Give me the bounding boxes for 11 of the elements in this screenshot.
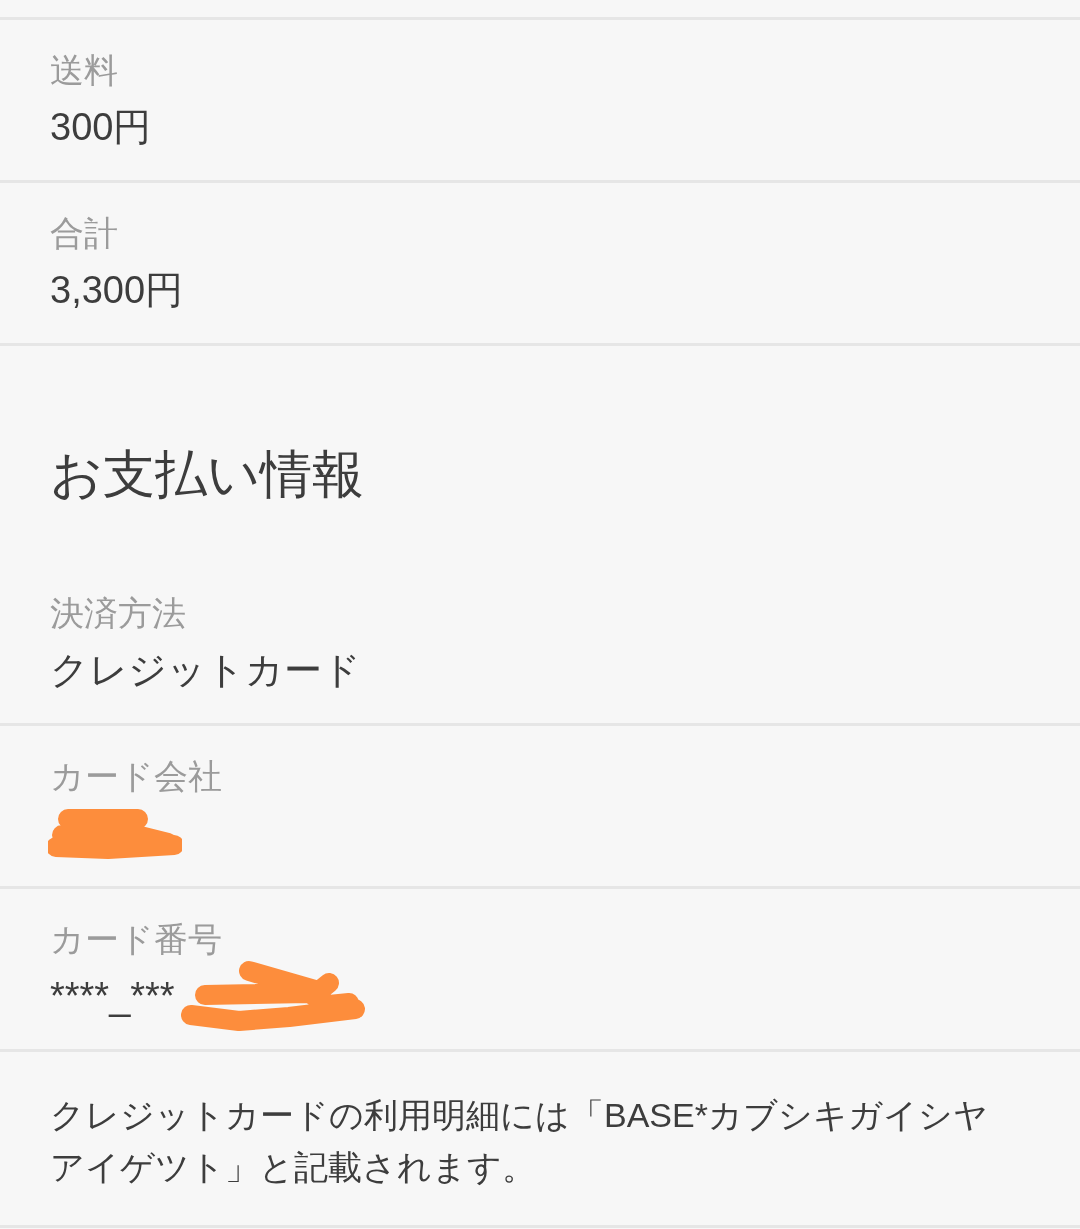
field-label: 送料: [50, 50, 118, 91]
section-title: お支払い情報: [50, 444, 364, 505]
field-label: 合計: [50, 213, 118, 254]
field-value: クレジットカード: [50, 648, 361, 693]
field-value: 300円: [50, 105, 152, 150]
field-value: 3,300円: [50, 268, 184, 313]
field-label: カード会社: [50, 756, 222, 797]
field-label: カード番号: [50, 919, 222, 960]
note-text: クレジットカードの利用明細には「BASE*カブシキガイシヤアイゲツト」と記載されます。: [50, 1095, 989, 1188]
field-label: 決済方法: [50, 593, 186, 634]
field-value: ****_***: [50, 974, 175, 1019]
